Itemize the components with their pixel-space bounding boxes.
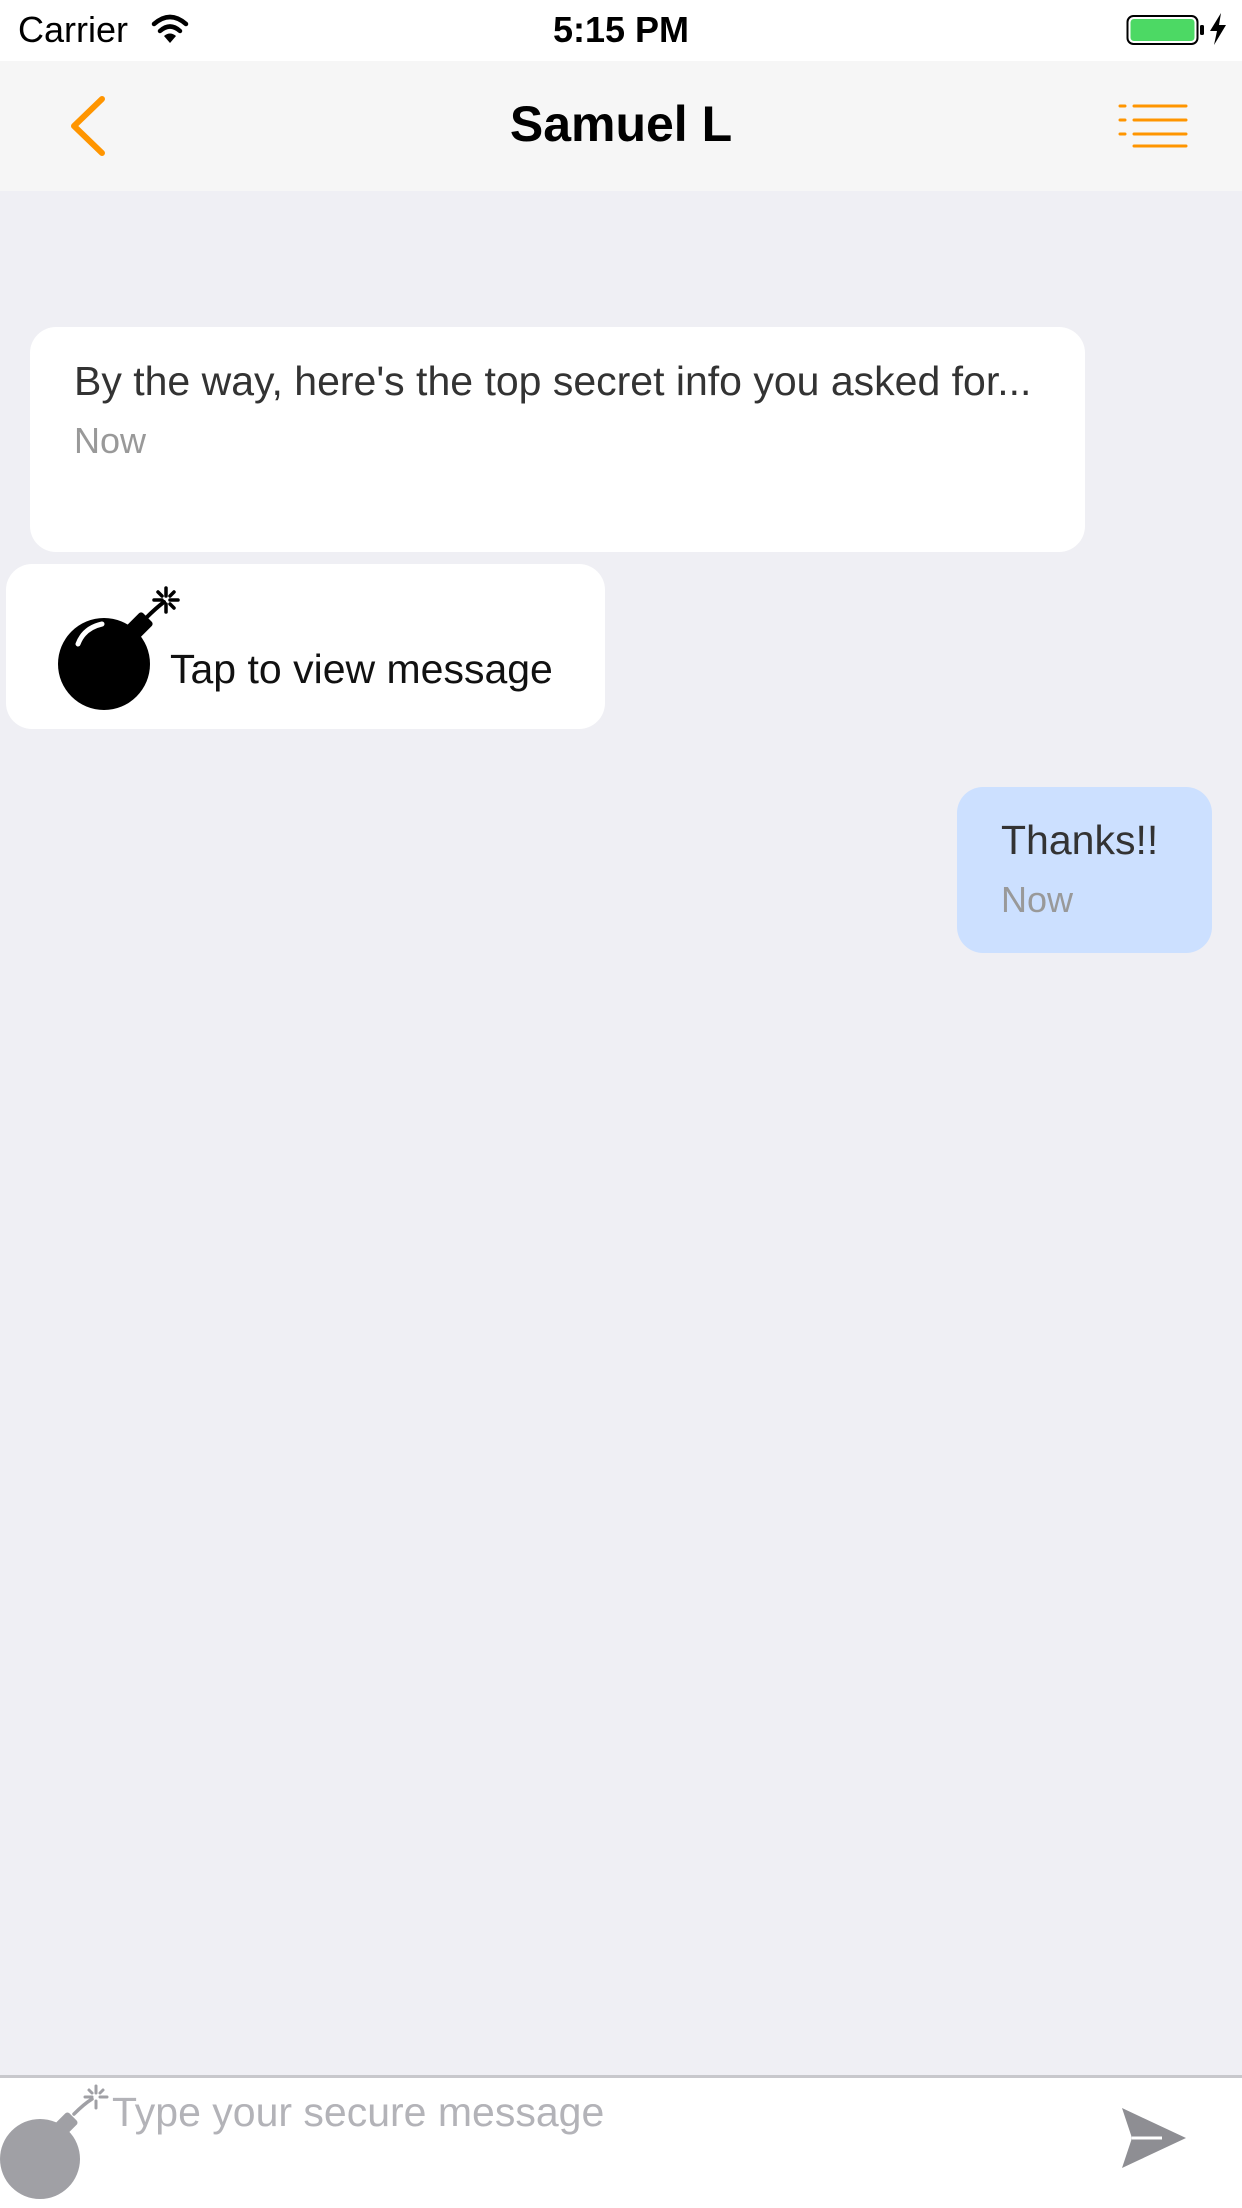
message-timestamp: Now — [1001, 879, 1074, 920]
status-bar: Carrier 5:15 PM — [0, 0, 1242, 61]
bomb-icon — [58, 586, 180, 710]
tap-to-view-label: Tap to view message — [170, 646, 553, 692]
status-time: 5:15 PM — [552, 9, 690, 50]
conversation-title: Samuel L — [509, 96, 733, 152]
send-icon[interactable] — [1118, 2104, 1190, 2172]
message-composer — [0, 2075, 1242, 2208]
secure-message-bubble[interactable]: Tap to view message — [6, 564, 605, 729]
list-icon[interactable] — [1118, 101, 1188, 151]
outgoing-message-bubble[interactable]: Thanks!! Now — [957, 787, 1212, 953]
bomb-icon[interactable] — [0, 2084, 110, 2199]
battery-icon — [1126, 15, 1204, 45]
message-input[interactable] — [112, 2082, 1072, 2142]
incoming-message-bubble[interactable]: By the way, here's the top secret info y… — [30, 327, 1085, 552]
nav-bar: Samuel L — [0, 61, 1242, 191]
message-text: By the way, here's the top secret info y… — [74, 358, 1032, 404]
message-timestamp: Now — [74, 420, 147, 461]
charging-icon — [1210, 13, 1226, 45]
message-text: Thanks!! — [1001, 817, 1159, 863]
